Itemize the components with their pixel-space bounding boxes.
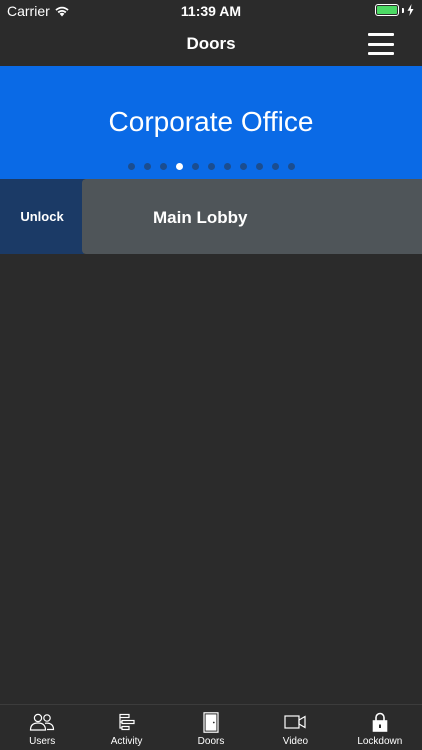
navigation-bar: Doors [0, 22, 422, 66]
door-row: Unlock Main Lobby [0, 179, 422, 254]
lock-icon [367, 711, 393, 733]
tab-users[interactable]: Users [0, 705, 84, 750]
page-dot[interactable] [255, 163, 263, 170]
page-dot-active[interactable] [175, 163, 183, 170]
page-dot[interactable] [271, 163, 279, 170]
status-time: 11:39 AM [180, 3, 242, 19]
battery-indicator [375, 4, 414, 16]
unlock-button[interactable]: Unlock [0, 179, 84, 254]
door-name: Main Lobby [153, 208, 248, 227]
tab-label: Activity [110, 736, 143, 747]
users-icon [29, 711, 55, 733]
hamburger-menu-icon[interactable] [368, 33, 394, 55]
page-dot[interactable] [127, 163, 135, 170]
tab-label: Video [282, 736, 309, 747]
charging-bolt-icon [407, 4, 414, 16]
tab-label: Lockdown [357, 736, 403, 747]
menu-line [368, 52, 394, 55]
site-title: Corporate Office [108, 106, 314, 137]
site-banner[interactable]: Corporate Office [0, 66, 422, 179]
tab-label: Users [29, 736, 56, 747]
page-dot[interactable] [207, 163, 215, 170]
menu-line [368, 42, 394, 46]
tab-label: Doors [197, 736, 225, 747]
tab-doors[interactable]: Doors [169, 705, 253, 750]
page-dot[interactable] [159, 163, 167, 170]
page-dot[interactable] [191, 163, 199, 170]
tab-video[interactable]: Video [253, 705, 337, 750]
battery-icon [375, 4, 399, 16]
battery-level [377, 6, 397, 14]
tab-bar: Users Activity Doors Video Lockdown [0, 704, 422, 750]
status-bar: Carrier 11:39 AM [0, 0, 422, 22]
page-indicator[interactable] [0, 163, 422, 170]
activity-icon [114, 711, 140, 733]
page-dot[interactable] [239, 163, 247, 170]
door-icon [198, 711, 224, 733]
video-icon [282, 711, 308, 733]
battery-cap [402, 7, 404, 13]
page-dot[interactable] [143, 163, 151, 170]
tab-activity[interactable]: Activity [84, 705, 168, 750]
menu-line [368, 33, 394, 36]
tab-lockdown[interactable]: Lockdown [338, 705, 422, 750]
page-dot[interactable] [287, 163, 295, 170]
door-card[interactable]: Main Lobby [82, 179, 422, 254]
page-title: Doors [186, 34, 236, 53]
page-dot[interactable] [223, 163, 231, 170]
